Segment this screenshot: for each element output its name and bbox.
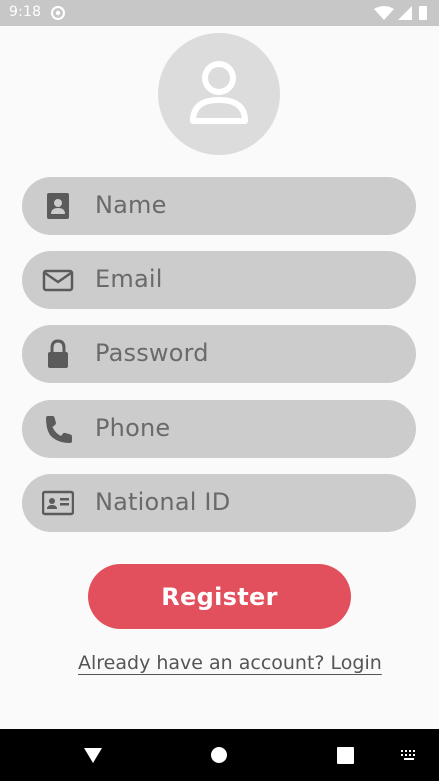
home-circle-icon[interactable] [210, 746, 228, 764]
password-placeholder: Password [95, 339, 209, 367]
recents-square-icon[interactable] [337, 747, 354, 764]
settings-circle-icon [51, 6, 65, 20]
email-placeholder: Email [95, 265, 163, 293]
wifi-icon [374, 6, 394, 20]
keyboard-icon[interactable] [400, 749, 418, 761]
login-link[interactable]: Already have an account? Login [78, 652, 382, 674]
navigation-bar [0, 729, 439, 781]
lock-icon [48, 339, 68, 368]
name-field[interactable]: Name [22, 177, 416, 235]
envelope-icon [42, 269, 74, 292]
phone-field[interactable]: Phone [22, 400, 416, 458]
email-field[interactable]: Email [22, 251, 416, 309]
back-triangle-icon[interactable] [83, 745, 103, 765]
name-placeholder: Name [95, 191, 167, 219]
avatar [158, 33, 280, 155]
status-icons [374, 6, 427, 20]
contact-card-icon [47, 193, 69, 219]
id-card-icon [42, 490, 74, 516]
battery-icon [419, 6, 427, 20]
phone-placeholder: Phone [95, 414, 171, 442]
register-button[interactable]: Register [88, 564, 351, 629]
person-icon [190, 61, 248, 124]
national-id-field[interactable]: National ID [22, 474, 416, 532]
password-field[interactable]: Password [22, 325, 416, 383]
status-bar: 9:18 [0, 0, 439, 26]
phone-icon [46, 416, 72, 443]
cellular-signal-icon [398, 6, 412, 20]
national-id-placeholder: National ID [95, 488, 231, 516]
status-time: 9:18 [9, 4, 42, 20]
